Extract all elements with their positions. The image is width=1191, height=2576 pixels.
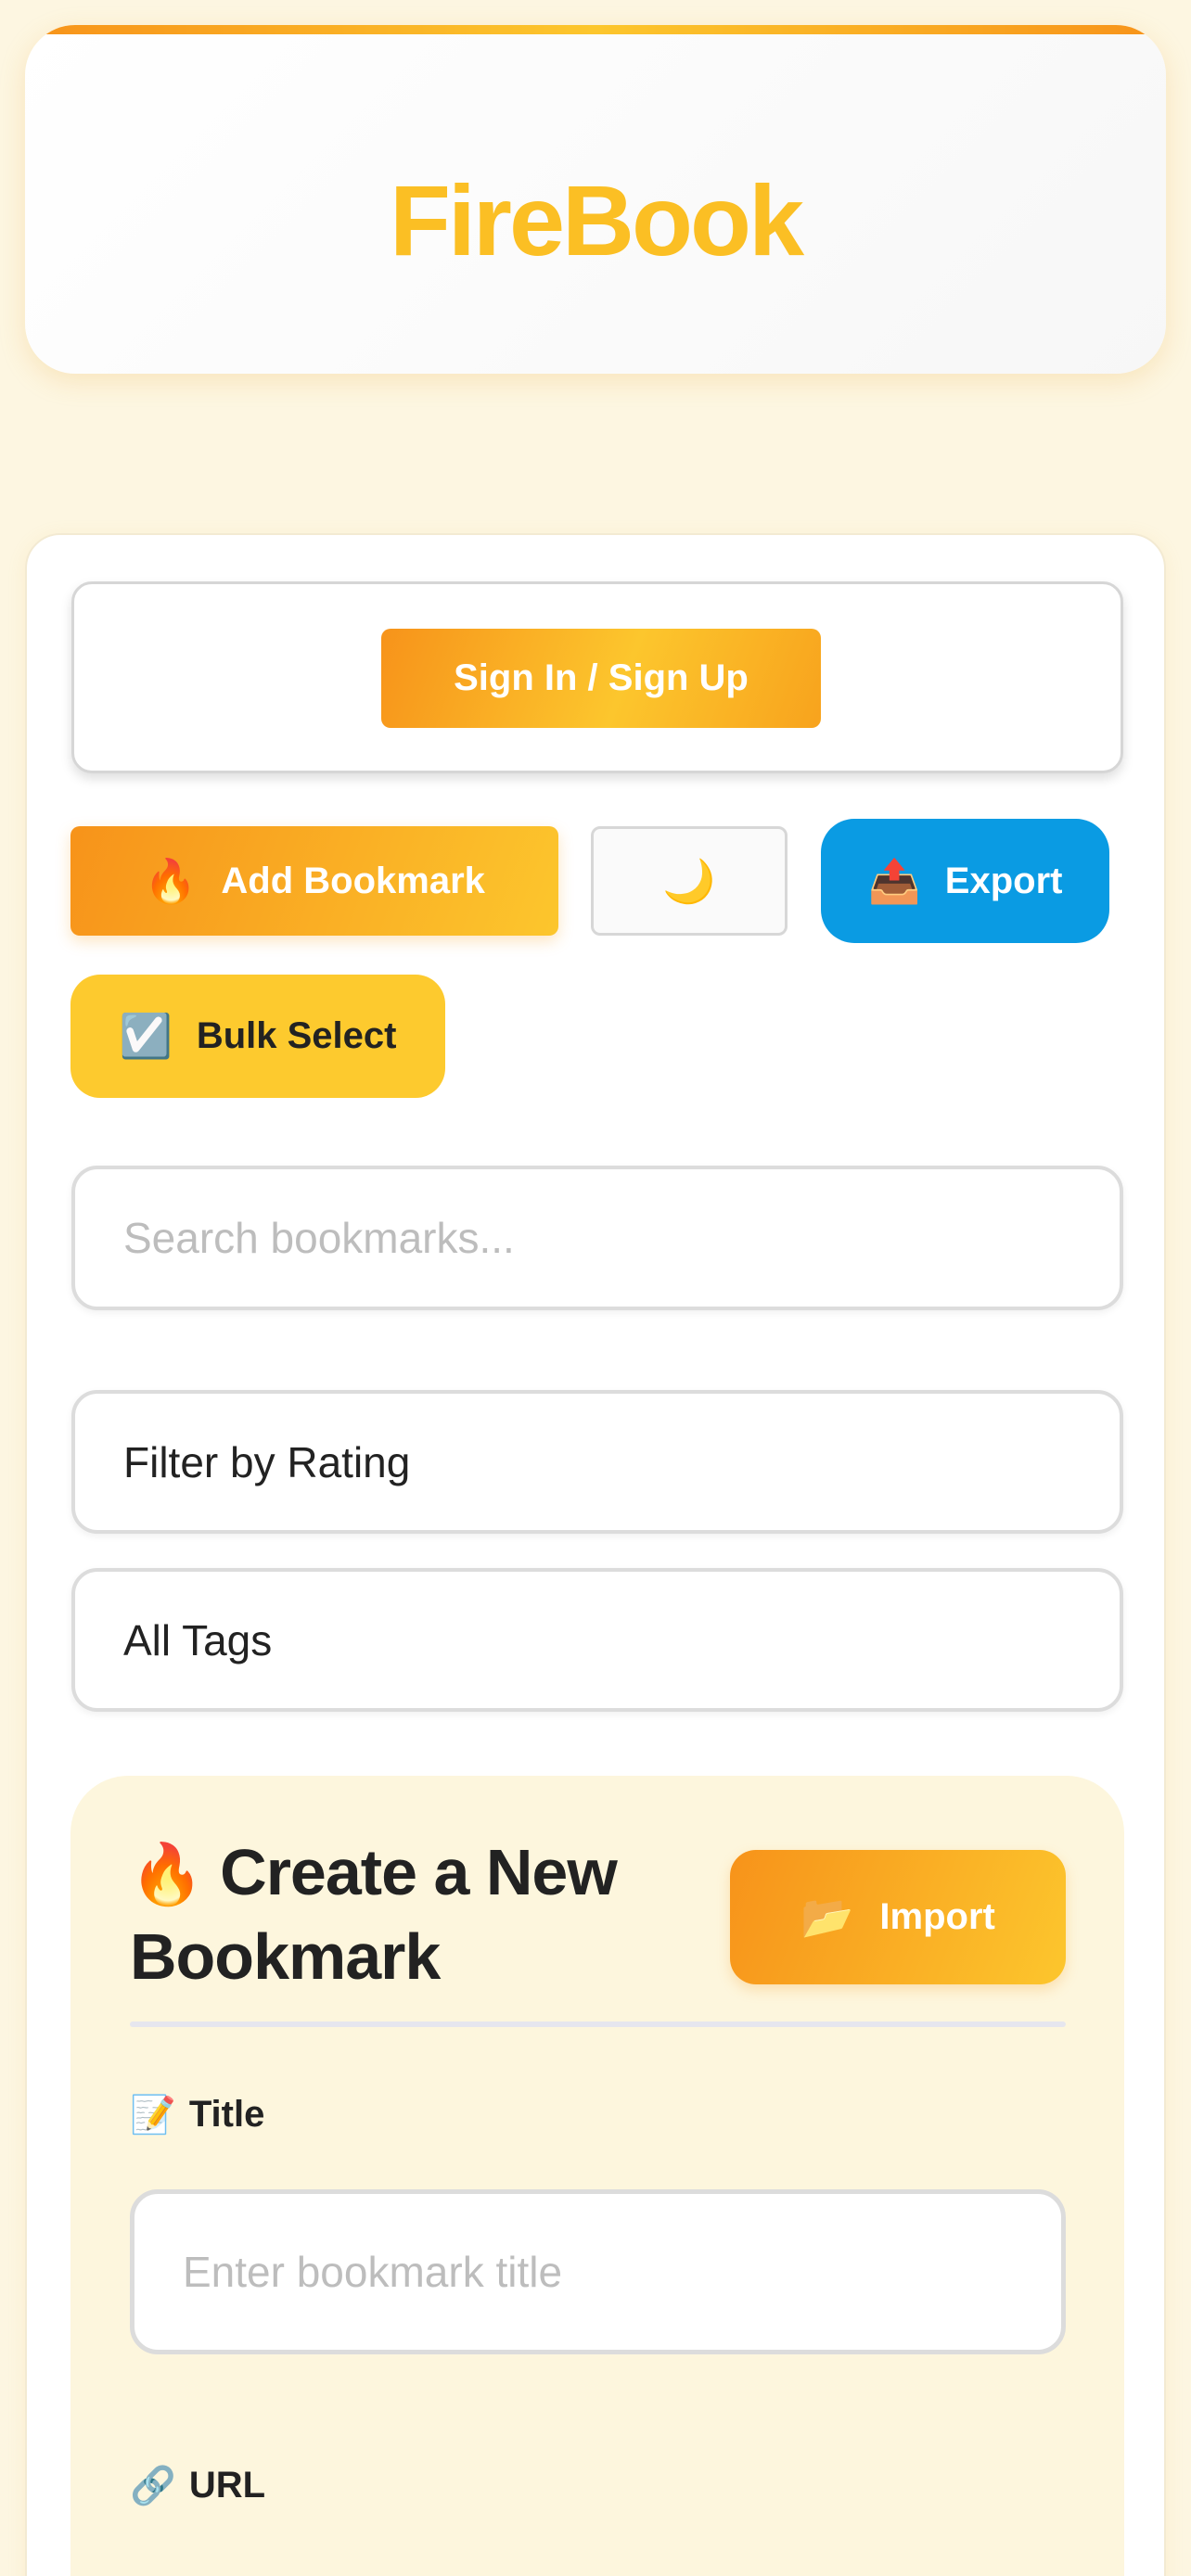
url-field-label: 🔗 URL — [130, 2464, 265, 2507]
title-input[interactable]: Enter bookmark title — [130, 2189, 1066, 2354]
import-button[interactable]: 📂 Import — [730, 1850, 1066, 1984]
rating-filter-select[interactable]: Filter by Rating — [71, 1390, 1123, 1534]
add-bookmark-button[interactable]: 🔥 Add Bookmark — [70, 826, 558, 936]
tags-filter-value: All Tags — [123, 1615, 273, 1664]
app-title: FireBook — [389, 164, 804, 276]
main-card: Sign In / Sign Up 🔥 Add Bookmark 🌙 📤 Exp… — [25, 533, 1166, 2576]
app-header: FireBook — [25, 25, 1166, 374]
fire-icon: 🔥 — [130, 1841, 204, 1909]
checkbox-icon: ☑️ — [119, 1011, 173, 1061]
export-label: Export — [944, 860, 1063, 901]
link-icon: 🔗 — [130, 2465, 176, 2507]
add-bookmark-label: Add Bookmark — [221, 860, 485, 901]
memo-icon: 📝 — [130, 2094, 176, 2136]
fire-icon: 🔥 — [144, 855, 198, 906]
heading-line-1: Create a New — [220, 1836, 618, 1908]
moon-icon: 🌙 — [662, 855, 716, 906]
url-label-text: URL — [188, 2465, 266, 2506]
header-accent-bar — [25, 25, 1166, 34]
sign-in-button[interactable]: Sign In / Sign Up — [381, 629, 821, 728]
rating-filter-value: Filter by Rating — [123, 1437, 411, 1486]
import-label: Import — [879, 1896, 995, 1937]
title-field-label: 📝 Title — [130, 2093, 264, 2136]
search-input[interactable]: Search bookmarks... — [71, 1166, 1123, 1310]
bulk-select-button[interactable]: ☑️ Bulk Select — [70, 975, 445, 1098]
create-bookmark-heading: 🔥 Create a New Bookmark — [130, 1831, 649, 1997]
create-bookmark-panel: 🔥 Create a New Bookmark 📂 Import 📝 Title… — [70, 1776, 1124, 2576]
folder-icon: 📂 — [800, 1892, 854, 1942]
theme-toggle-button[interactable]: 🌙 — [591, 826, 788, 936]
bulk-select-label: Bulk Select — [196, 1015, 397, 1056]
section-divider — [130, 2021, 1066, 2027]
export-button[interactable]: 📤 Export — [821, 819, 1109, 943]
auth-panel: Sign In / Sign Up — [71, 581, 1123, 773]
outbox-icon: 📤 — [867, 855, 921, 906]
tags-filter-select[interactable]: All Tags — [71, 1568, 1123, 1712]
title-label-text: Title — [188, 2094, 265, 2135]
heading-line-2: Bookmark — [130, 1920, 441, 1993]
